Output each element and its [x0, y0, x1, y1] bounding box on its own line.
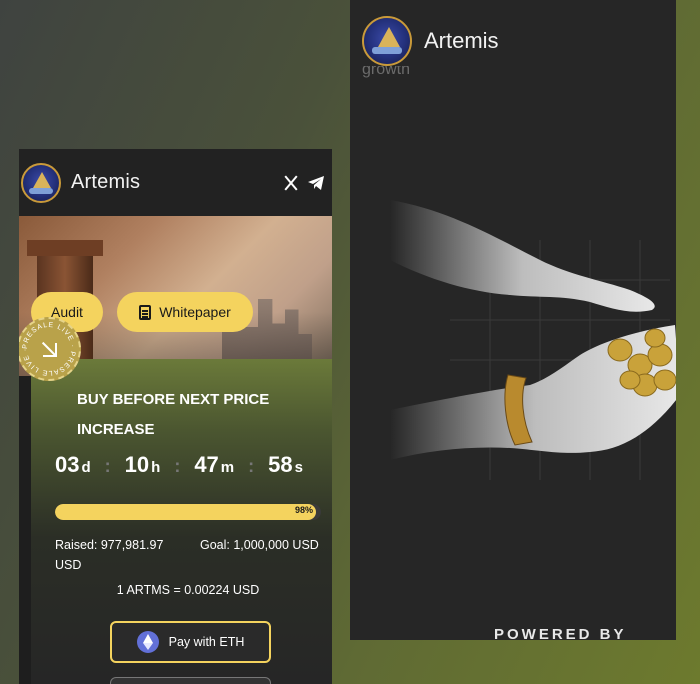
countdown-separator: : [174, 456, 181, 476]
artemis-logo[interactable] [21, 162, 61, 203]
countdown-minutes-unit: m [220, 459, 235, 476]
brand-name: Artemis [71, 171, 141, 193]
countdown-days: 03 [55, 452, 80, 477]
goal-amount: Goal: 1,000,000 USD [200, 538, 319, 552]
countdown-days-unit: d [81, 459, 91, 476]
whitepaper-button[interactable]: Whitepaper [117, 292, 253, 332]
presale-mobile-view: Artemis Audit Whitepaper PRESALE LIVE · … [19, 149, 332, 684]
whitepaper-label: Whitepaper [159, 304, 231, 320]
progress-percent: 98% [294, 505, 313, 515]
ethereum-icon [136, 631, 159, 653]
secondary-pay-button[interactable] [110, 677, 271, 684]
countdown-separator: : [104, 456, 111, 476]
cut-off-text: growth [362, 66, 411, 78]
headline: BUY BEFORE NEXT PRICE INCREASE [77, 391, 270, 438]
token-price: 1 ARTMS = 0.00224 USD [116, 583, 260, 597]
progress-fill [55, 504, 316, 520]
artemis-logo[interactable] [362, 16, 412, 66]
pay-with-eth-label: Pay with ETH [168, 635, 245, 649]
header: Artemis [362, 16, 499, 66]
countdown-minutes: 47 [194, 452, 219, 477]
pay-with-eth-button[interactable]: Pay with ETH [110, 621, 271, 663]
arrow-down-right-icon [43, 343, 57, 357]
social-icons [283, 175, 324, 191]
x-icon[interactable] [283, 175, 299, 191]
countdown-hours-unit: h [151, 459, 161, 476]
hands-with-coins-image [390, 200, 676, 480]
brand-name: Artemis [424, 28, 499, 53]
raised-amount: Raised: 977,981.97 USD [55, 538, 164, 572]
document-icon [139, 304, 152, 320]
countdown-seconds-unit: s [294, 459, 303, 476]
presale-progress-bar: 98% [55, 504, 321, 520]
powered-by-heading: POWERED BY [494, 626, 627, 640]
countdown-timer: 03 d : 10 h : 47 m : 58 s [55, 452, 303, 478]
presale-live-badge: PRESALE LIVE · PRESALE LIVE · [19, 317, 81, 381]
header: Artemis [19, 149, 332, 216]
countdown-separator: : [248, 456, 255, 476]
countdown-seconds: 58 [268, 452, 293, 477]
about-mobile-view: Artemis growth POWERED BY [350, 0, 676, 640]
countdown-hours: 10 [124, 452, 150, 477]
telegram-icon[interactable] [308, 176, 324, 190]
